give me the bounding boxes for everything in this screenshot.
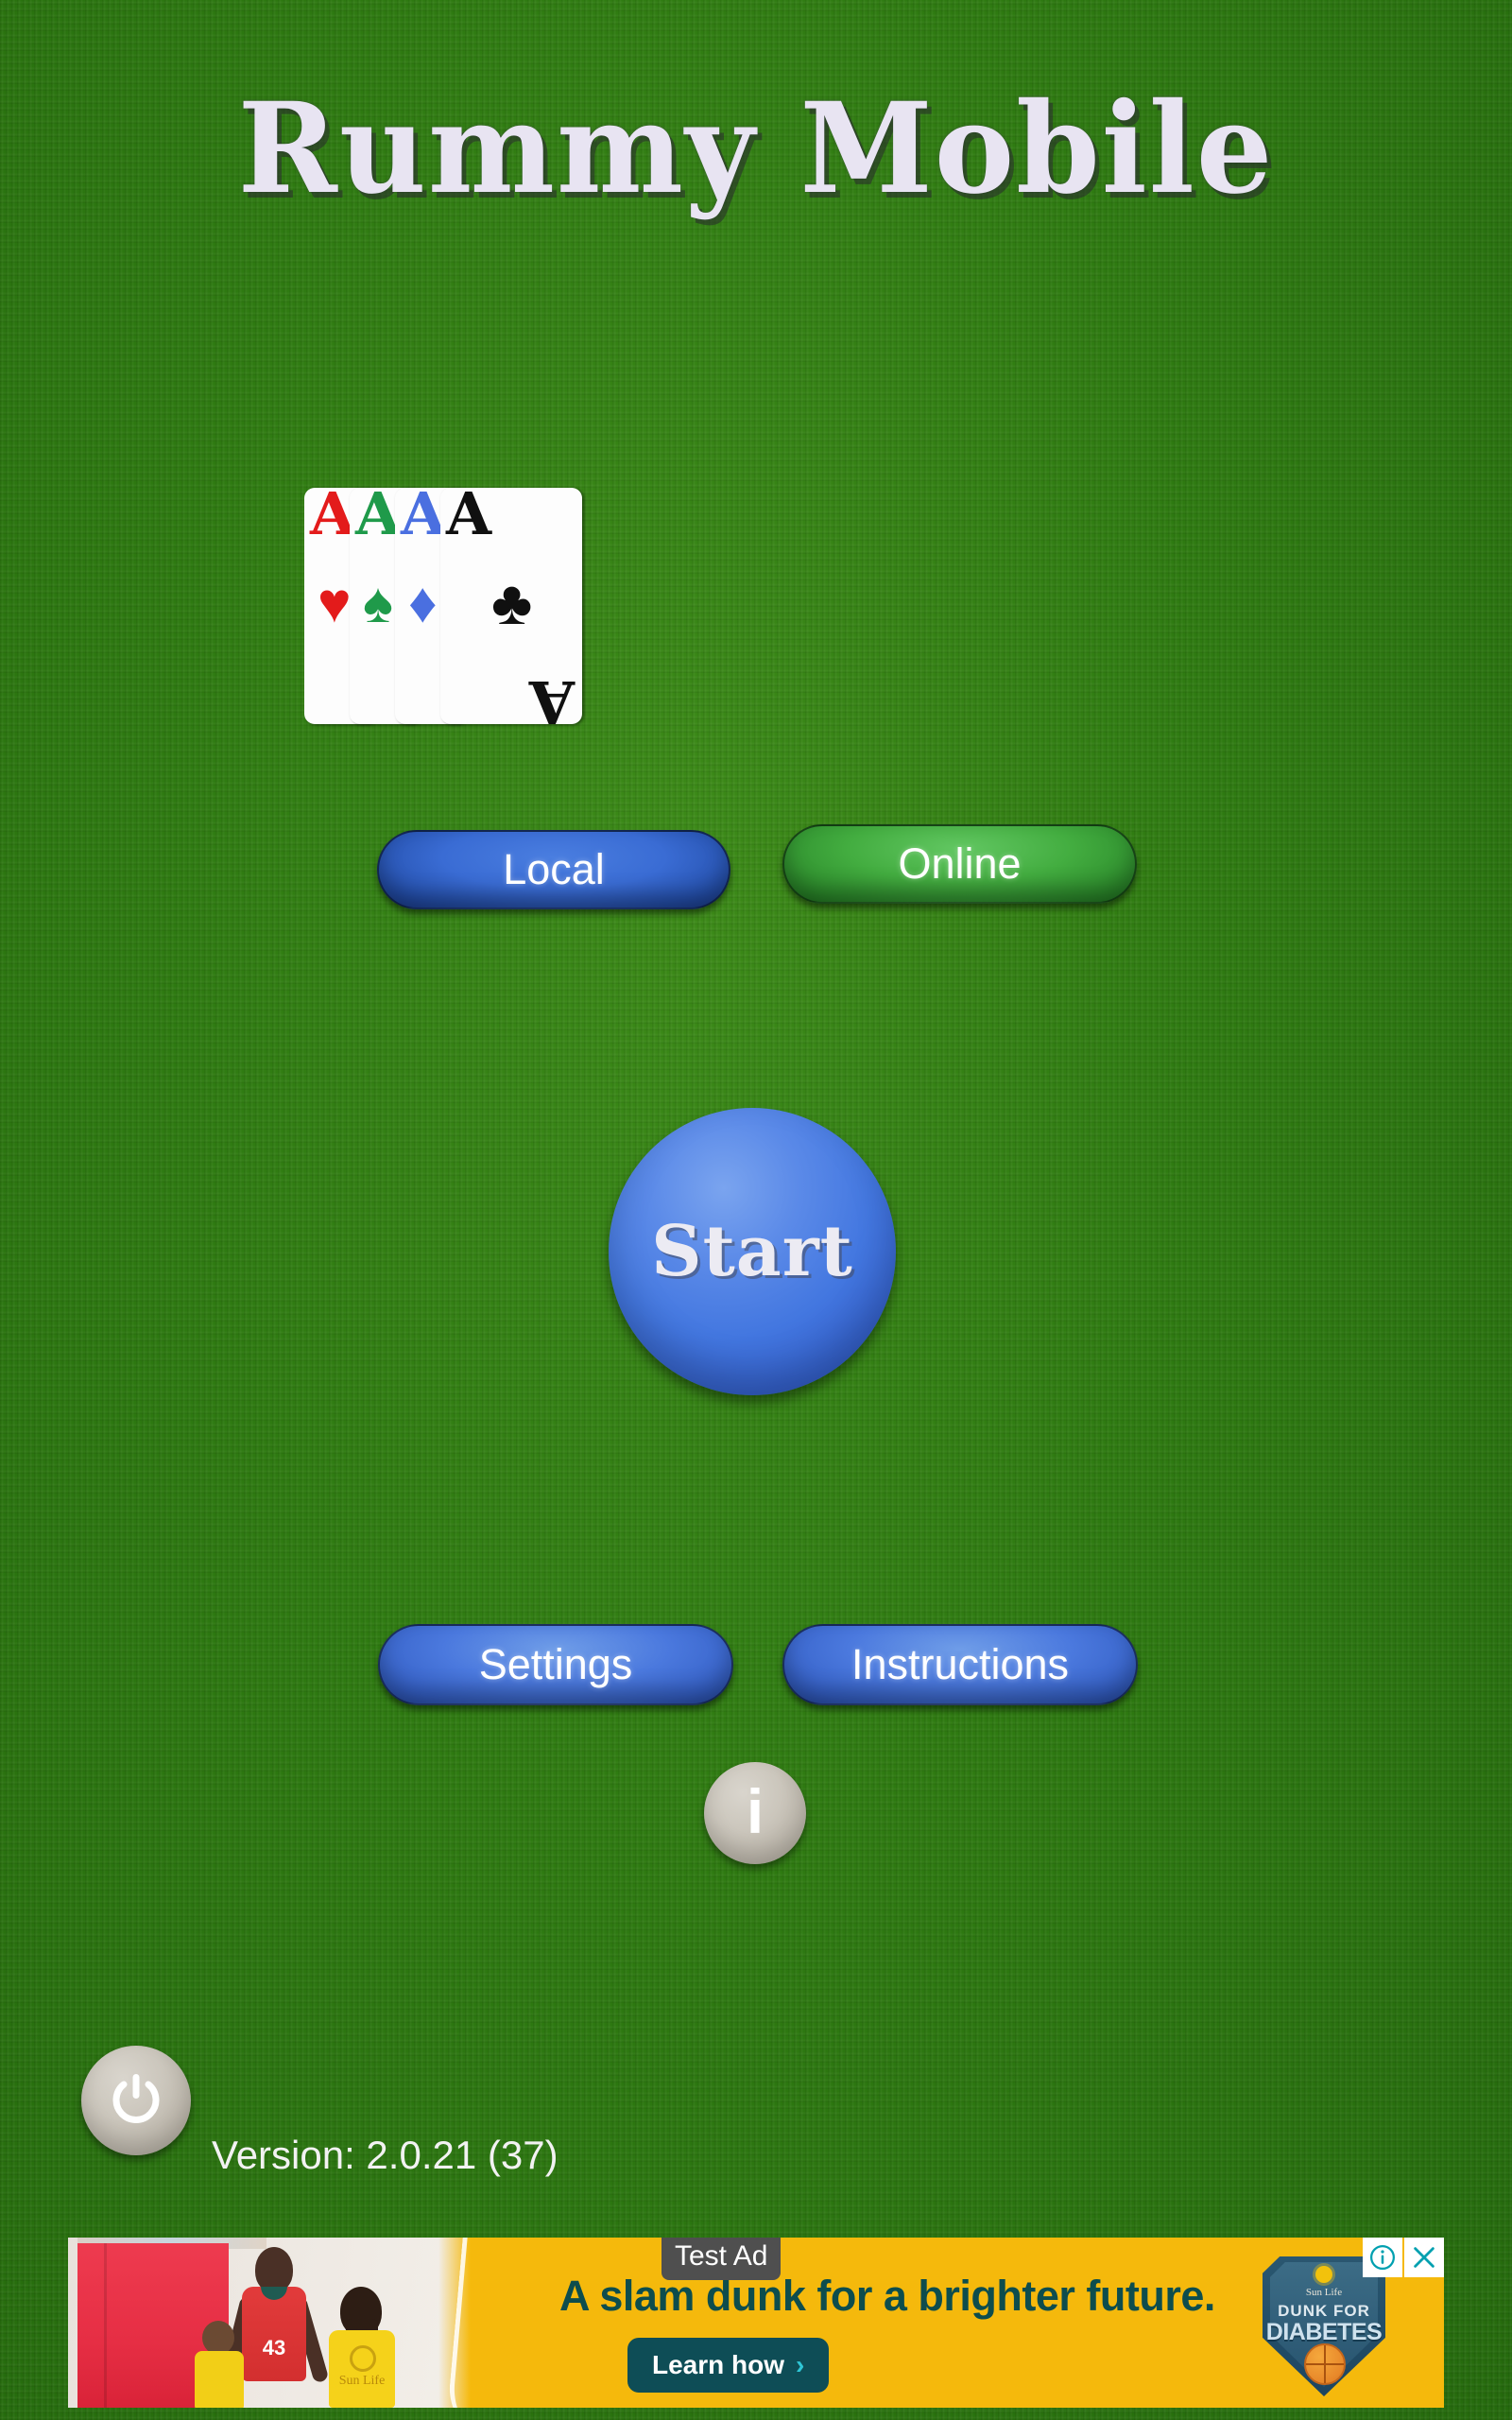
power-icon xyxy=(112,2074,160,2123)
ad-photo-player-head xyxy=(255,2247,293,2292)
ad-brand-line1: DUNK FOR xyxy=(1278,2302,1370,2320)
settings-button[interactable]: Settings xyxy=(378,1624,733,1705)
club-icon: ♣ xyxy=(491,567,533,637)
instructions-button[interactable]: Instructions xyxy=(782,1624,1138,1705)
online-mode-label: Online xyxy=(898,839,1022,888)
ad-photo-bib-sun-icon xyxy=(350,2345,376,2372)
card-rank-inverted: A xyxy=(528,667,575,724)
ad-photo-player-jersey: 43 xyxy=(242,2287,306,2381)
basketball-icon xyxy=(1304,2343,1346,2385)
card-rank: A xyxy=(310,488,356,548)
ad-photo-bib-brand: Sun Life xyxy=(338,2374,386,2388)
ad-brand-line2: DIABETES xyxy=(1265,2319,1383,2345)
version-label: Version: 2.0.21 (37) xyxy=(212,2133,558,2177)
chevron-right-icon: › xyxy=(796,2350,805,2379)
ad-photo-child-right: Sun Life xyxy=(321,2287,403,2408)
settings-button-label: Settings xyxy=(478,1640,633,1688)
heart-icon: ♥ xyxy=(318,571,352,634)
ad-photo-jersey-number: 43 xyxy=(262,2336,286,2360)
ad-cta-button[interactable]: Learn how › xyxy=(627,2338,830,2393)
ad-info-icon[interactable] xyxy=(1363,2238,1402,2277)
ad-photo-child-left xyxy=(189,2321,248,2408)
instructions-button-label: Instructions xyxy=(850,1640,1070,1688)
local-mode-button[interactable]: Local xyxy=(377,830,730,909)
page-title: Rummy Mobile xyxy=(237,76,1275,222)
start-button-label: Start xyxy=(651,1211,853,1292)
local-mode-label: Local xyxy=(503,845,605,893)
ad-brand-name: Sun Life xyxy=(1305,2287,1343,2298)
card-ace-clubs: A ♣ A xyxy=(440,488,582,724)
sun-icon xyxy=(1315,2266,1332,2283)
test-ad-badge: Test Ad xyxy=(662,2238,782,2280)
ad-close-icon[interactable] xyxy=(1404,2238,1444,2277)
online-mode-button[interactable]: Online xyxy=(782,824,1137,904)
card-rank: A xyxy=(446,488,492,548)
spade-icon: ♠ xyxy=(363,571,393,634)
about-info-button[interactable]: i xyxy=(704,1762,806,1864)
ad-banner[interactable]: 43 Sun Life Test Ad A slam dunk for a br… xyxy=(68,2238,1444,2408)
ad-cta-label: Learn how xyxy=(652,2350,785,2379)
start-button[interactable]: Start xyxy=(609,1108,896,1395)
info-icon: i xyxy=(746,1776,765,1846)
game-home-screen: Rummy Mobile A ♥ A ♠ A ♦ A ♣ A Local Onl… xyxy=(0,0,1512,2420)
card-fan-logo: A ♥ A ♠ A ♦ A ♣ A xyxy=(304,488,654,726)
ad-swoosh-decoration xyxy=(444,2238,585,2408)
card-rank: A xyxy=(401,488,447,548)
ad-photo: 43 Sun Life xyxy=(68,2238,476,2408)
diamond-icon: ♦ xyxy=(408,571,438,634)
quit-power-button[interactable] xyxy=(81,2046,191,2155)
card-rank: A xyxy=(355,488,402,548)
